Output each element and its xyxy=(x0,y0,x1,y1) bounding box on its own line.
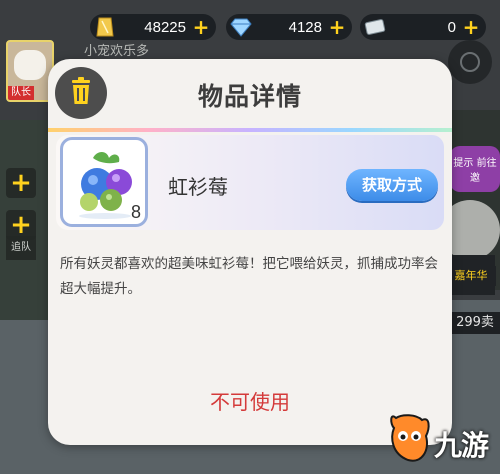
side-add-button-1[interactable]: + xyxy=(6,168,36,198)
side-tab[interactable]: 追队 xyxy=(6,236,36,260)
gold-value: 48225 xyxy=(144,18,186,36)
carnival-badge[interactable]: 嘉年华 xyxy=(446,266,496,286)
item-detail-modal: 物品详情 8 虹衫莓 获取方式 所有妖灵都喜欢的超美味虹衫莓！把它喂给妖灵，抓捕… xyxy=(48,59,452,445)
modal-title: 物品详情 xyxy=(197,83,302,111)
item-name: 虹衫莓 xyxy=(168,175,228,199)
watermark-logo: 九游 xyxy=(386,408,494,468)
item-description: 所有妖灵都喜欢的超美味虹衫莓！把它喂给妖灵，抓捕成功率会超大幅提升。 xyxy=(60,256,438,297)
currency-gold: 48225 + xyxy=(90,14,216,40)
ticket-icon xyxy=(362,14,388,40)
avatar[interactable]: 队长 xyxy=(6,40,54,102)
obtain-method-button[interactable]: 获取方式 xyxy=(346,169,438,201)
watermark-text: 九游 xyxy=(434,429,489,462)
item-icon-frame[interactable]: 8 xyxy=(60,137,148,227)
diamond-icon xyxy=(228,14,254,40)
gold-bar-icon xyxy=(92,14,118,40)
team-leader-tag: 队长 xyxy=(8,86,34,100)
right-hint-pill[interactable]: 提示 前往邀 xyxy=(450,146,500,192)
title-divider xyxy=(48,128,452,132)
mascot-icon xyxy=(390,414,430,462)
add-gold-button[interactable]: + xyxy=(192,17,210,37)
diamond-value: 4128 xyxy=(288,18,322,36)
map-button[interactable] xyxy=(448,40,492,84)
item-count: 8 xyxy=(130,202,141,222)
item-card: 8 虹衫莓 获取方式 xyxy=(56,135,444,230)
add-ticket-button[interactable]: + xyxy=(462,17,480,37)
background-banner-text: 小宠欢乐多 xyxy=(84,44,150,59)
currency-ticket: 0 + xyxy=(360,14,486,40)
add-diamond-button[interactable]: + xyxy=(328,17,346,37)
currency-diamond: 4128 + xyxy=(226,14,352,40)
sell-count: 299卖 xyxy=(450,312,500,334)
ticket-value: 0 xyxy=(447,18,456,36)
